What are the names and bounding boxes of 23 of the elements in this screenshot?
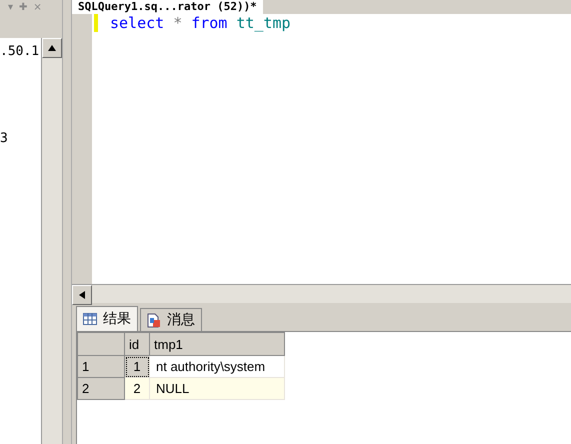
table-cell: 2 (124, 378, 150, 400)
scroll-left-button[interactable] (72, 285, 92, 305)
row-header[interactable]: 2 (78, 378, 124, 400)
result-tab[interactable]: 消息 (140, 308, 202, 331)
column-header[interactable]: id (124, 332, 150, 356)
document-icon (147, 312, 161, 328)
row-header[interactable]: 1 (78, 356, 124, 378)
table-cell: 1 (124, 356, 150, 378)
column-header[interactable]: tmp1 (150, 332, 284, 356)
table-cell: nt authority\system (150, 356, 284, 378)
grid-icon (83, 313, 97, 325)
table-cell: NULL (150, 378, 284, 400)
query-tab[interactable]: SQLQuery1.sq...rator (52))* (72, 0, 263, 14)
horizontal-scrollbar[interactable] (72, 284, 571, 303)
up-arrow-icon (48, 44, 56, 52)
change-marker (94, 14, 98, 32)
tree-item[interactable]: .50.1 (0, 44, 41, 59)
code-line: select * from tt_tmp (109, 14, 291, 34)
scroll-up-button[interactable] (42, 38, 62, 58)
tree-item[interactable]: 3 (0, 131, 41, 146)
left-arrow-icon (78, 291, 86, 299)
vertical-scrollbar[interactable] (41, 38, 62, 444)
result-tab[interactable]: 结果 (76, 306, 138, 331)
